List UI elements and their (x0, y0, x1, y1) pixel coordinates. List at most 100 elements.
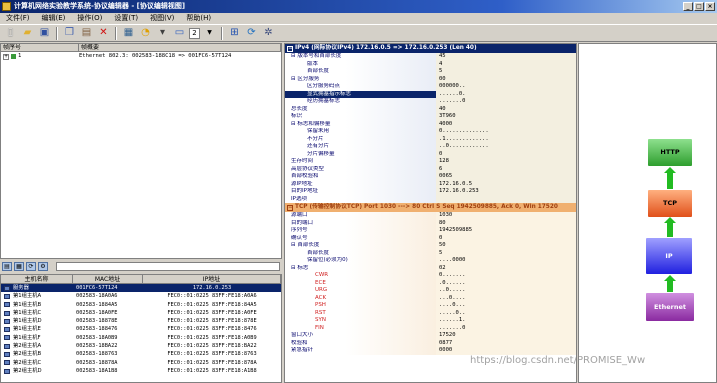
host-list-icon[interactable]: ▤ (2, 262, 12, 271)
ip-field-name[interactable]: 分片偏移量 (285, 151, 436, 159)
tcp-field-name[interactable]: 紧急指针 (285, 347, 436, 355)
ip-field-value[interactable]: ..0............ (436, 143, 576, 151)
ip-field-name[interactable]: 首部校验和 (285, 173, 436, 181)
frame-summary-header[interactable]: 帧概要 (79, 44, 281, 51)
ip-field-name[interactable]: 标识 (285, 113, 436, 121)
frame-index-header[interactable]: 帧序号 (1, 44, 79, 51)
tcp-field-name[interactable]: 序列号 (285, 227, 436, 235)
ip-field-value[interactable]: 0 (436, 151, 576, 159)
layer-ethernet[interactable]: Ethernet (646, 293, 694, 321)
ip-field-value[interactable]: 6 (436, 166, 576, 174)
ip-field-name[interactable]: ⊟ 标志和偏移量 (285, 121, 436, 129)
ip-field-value[interactable]: .1............. (436, 136, 576, 144)
new-icon[interactable]: ▯ (3, 26, 18, 40)
tcp-field-value[interactable]: 50 (436, 242, 576, 250)
ip-field-value[interactable]: .......0 (436, 98, 576, 106)
ip-field-value[interactable]: 128 (436, 158, 576, 166)
host-ip-header[interactable]: IP地址 (143, 275, 281, 283)
tcp-field-name[interactable]: 校验和 (285, 340, 436, 348)
maximize-button[interactable]: □ (694, 2, 704, 11)
host-row[interactable]: 第2组主机D 002583-18A1B8 FEC0::01:0225 83FF:FE… (1, 367, 281, 375)
tcp-field-name[interactable]: PSH (285, 302, 436, 310)
ip-field-value[interactable]: 0065 (436, 173, 576, 181)
ip-field-value[interactable]: 5 (436, 68, 576, 76)
send-icon[interactable]: ◔ (138, 26, 153, 40)
tcp-field-value[interactable]: 80 (436, 220, 576, 228)
ip-field-value[interactable]: 00 (436, 76, 576, 84)
host-settings-icon[interactable]: ⚙ (38, 262, 48, 271)
tcp-field-name[interactable]: ⊟ 标志 (285, 265, 436, 273)
menu-view[interactable]: 视图(V) (150, 13, 174, 24)
tcp-field-value[interactable]: ...0.... (436, 295, 576, 303)
host-row[interactable]: 第1组主机B 002583-1884A5 FEC0::01:0225 83FF:FE… (1, 301, 281, 309)
tcp-field-name[interactable]: 目的端口 (285, 220, 436, 228)
tcp-field-value[interactable]: 0877 (436, 340, 576, 348)
host-add-icon[interactable]: ▦ (14, 262, 24, 271)
tcp-field-value[interactable]: 5 (436, 250, 576, 258)
network-icon[interactable]: ⊞ (227, 26, 242, 40)
frame-row[interactable]: + 1 Ethernet 802.3: 002583-188C18 => 001… (1, 52, 281, 61)
host-name-header[interactable]: 主机名称 (1, 275, 73, 283)
tcp-field-name[interactable]: 确认号 (285, 235, 436, 243)
menu-help[interactable]: 帮助(H) (186, 13, 211, 24)
ip-field-value[interactable]: 000000.. (436, 83, 576, 91)
tcp-field-value[interactable]: 17520 (436, 332, 576, 340)
tcp-field-name[interactable]: RST (285, 310, 436, 318)
copy-icon[interactable]: ❐ (62, 26, 77, 40)
tcp-field-value[interactable]: 0000 (436, 347, 576, 355)
layer-http[interactable]: HTTP (648, 139, 692, 166)
chevron-down-icon[interactable]: ▼ (202, 26, 217, 40)
ip-field-name[interactable]: 首部长度 (285, 68, 436, 76)
ip-field-name[interactable]: ⊟ 版本号和首部长度 (285, 53, 436, 61)
tcp-field-value[interactable]: 1942509885 (436, 227, 576, 235)
host-refresh-icon[interactable]: ⟳ (26, 262, 36, 271)
host-row[interactable]: 第2组主机B 002583-188763 FEC0::01:0225 83FF:FE… (1, 350, 281, 358)
collapse-icon[interactable]: − (287, 45, 293, 52)
menu-settings[interactable]: 设置(T) (114, 13, 138, 24)
host-row[interactable]: 第1组主机D 002583-18878E FEC0::01:0225 83FF:FE… (1, 317, 281, 325)
tcp-field-value[interactable]: .......0 (436, 325, 576, 333)
ip-field-name[interactable]: 区分服务码点 (285, 83, 436, 91)
collapse-icon[interactable]: − (287, 204, 293, 211)
close-button[interactable]: × (705, 2, 715, 11)
tcp-field-name[interactable]: ACK (285, 295, 436, 303)
tcp-field-value[interactable]: 1030 (436, 212, 576, 220)
ip-field-value[interactable]: 3T960 (436, 113, 576, 121)
ip-field-name[interactable]: 保留未用 (285, 128, 436, 136)
tcp-field-value[interactable]: 0 (436, 235, 576, 243)
host-row[interactable]: 第1组主机F 002583-18A0B9 FEC0::01:0225 83FF:FE… (1, 334, 281, 342)
ip-field-value[interactable]: 172.16.0.5 (436, 181, 576, 189)
ip-field-name[interactable]: 高层协议类型 (285, 166, 436, 174)
save-icon[interactable]: ▣ (37, 26, 52, 40)
host-filter-input[interactable] (56, 262, 280, 271)
tcp-field-name[interactable]: FIN (285, 325, 436, 333)
host-row[interactable]: 服务器 001FC6-57T124 172.16.0.253 (1, 284, 281, 293)
layer-tcp[interactable]: TCP (648, 190, 692, 217)
ip-section-header[interactable]: − IPv4 (网际协议IPv4) 172.16.0.5 => 172.16.0… (285, 44, 576, 53)
ip-field-value[interactable]: 0.............. (436, 128, 576, 136)
ip-field-name[interactable]: 版本 (285, 61, 436, 69)
ip-field-value[interactable]: ......0. (436, 91, 576, 99)
ip-field-value[interactable]: 4 (436, 61, 576, 69)
ip-field-name[interactable]: ⊟ 区分服务 (285, 76, 436, 84)
open-icon[interactable]: ▰ (20, 26, 35, 40)
ip-field-value[interactable]: 4000 (436, 121, 576, 129)
layer-ip[interactable]: IP (646, 238, 692, 274)
host-row[interactable]: 第1组主机E 002583-188476 FEC0::01:0225 83FF:FE… (1, 325, 281, 333)
calculator-icon[interactable]: ▦ (121, 26, 136, 40)
ip-field-name[interactable]: 总长度 (285, 106, 436, 114)
tcp-field-name[interactable]: 保留位(必须为0) (285, 257, 436, 265)
menu-file[interactable]: 文件(F) (6, 13, 30, 24)
ip-field-value[interactable] (436, 196, 576, 204)
host-mac-header[interactable]: MAC地址 (73, 275, 143, 283)
tcp-field-value[interactable]: 0....... (436, 272, 576, 280)
tcp-field-name[interactable]: ⊟ 首部长度 (285, 242, 436, 250)
tcp-field-name[interactable]: ECE (285, 280, 436, 288)
host-row[interactable]: 第2组主机C 002583-18878A FEC0::01:0225 83FF:FE… (1, 359, 281, 367)
ip-field-value[interactable]: 40 (436, 106, 576, 114)
tcp-section-header[interactable]: − TCP (传输控制协议TCP) Port 1030 ---> 80 Ctrl… (285, 203, 576, 212)
menu-operate[interactable]: 操作(O) (77, 13, 102, 24)
host-row[interactable]: 第1组主机A 002583-18A0A6 FEC0::01:0225 83FF:FE… (1, 292, 281, 300)
menu-edit[interactable]: 编辑(E) (42, 13, 66, 24)
settings-icon[interactable]: ✲ (261, 26, 276, 40)
